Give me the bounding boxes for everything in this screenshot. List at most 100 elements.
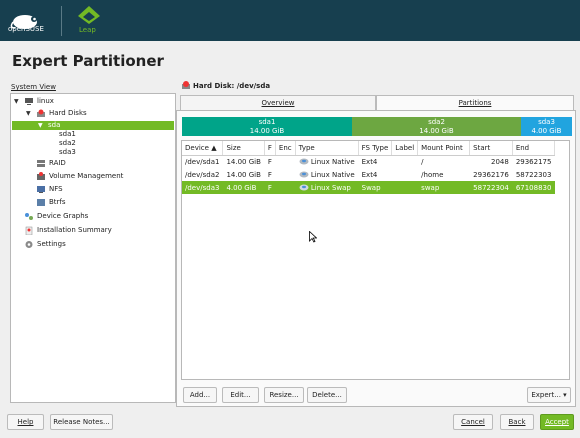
tree-item-volume-management[interactable]: Volume Management [36, 172, 123, 181]
tab-overview[interactable]: Overview [180, 95, 376, 111]
table-row-selected[interactable]: /dev/sda3 4.00 GiB F Linux Swap Swap swa… [182, 181, 555, 194]
tree-label: sda [48, 121, 61, 129]
summary-icon [25, 226, 33, 235]
tree-label: sda2 [59, 139, 76, 147]
cell-device: /dev/sda2 [185, 170, 220, 179]
tree-item-raid[interactable]: RAID [36, 159, 66, 168]
delete-button[interactable]: Delete... [307, 387, 347, 403]
tree-item-linux[interactable]: linux [24, 97, 54, 106]
cell-mount-point: swap [417, 181, 470, 194]
top-banner: openSUSE Leap [0, 0, 580, 41]
tab-label: Overview [261, 99, 295, 107]
header-divider [61, 6, 62, 36]
help-button[interactable]: Help [7, 414, 44, 430]
column-header-size[interactable]: Size [222, 141, 265, 156]
disk-type-icon [299, 158, 309, 165]
tree-item-settings[interactable]: Settings [24, 240, 66, 249]
type-text: Linux Native [310, 157, 355, 166]
device-graph-icon [25, 213, 33, 220]
segment-sda3[interactable]: sda3 4.00 GiB [521, 117, 572, 136]
expert-dropdown-button[interactable]: Expert... ▾ [527, 387, 571, 403]
tree-item-sda3[interactable]: sda3 [59, 148, 76, 157]
segment-name: sda1 [258, 118, 276, 126]
column-header-mount-point[interactable]: Mount Point [417, 141, 471, 156]
tree-item-sda1[interactable]: sda1 [59, 130, 76, 139]
tree-selection-highlight [12, 121, 174, 130]
cell-size: 4.00 GiB [222, 181, 265, 194]
accept-button[interactable]: Accept [540, 414, 574, 430]
tab-label: Partitions [458, 99, 492, 107]
cell-f: F [267, 157, 272, 166]
column-header-start[interactable]: Start [469, 141, 513, 156]
segment-sda2[interactable]: sda2 14.00 GiB [352, 117, 521, 136]
table-header-row: Device ▲ Size F Enc Type FS Type Label M… [182, 141, 556, 156]
edit-button[interactable]: Edit... [222, 387, 259, 403]
tree-label: linux [37, 97, 54, 105]
tree-item-hard-disks[interactable]: Hard Disks [36, 109, 87, 118]
tree-item-btrfs[interactable]: Btrfs [36, 198, 66, 207]
resize-button[interactable]: Resize... [264, 387, 304, 403]
disk-type-icon [299, 171, 309, 178]
segment-name: sda3 [538, 118, 555, 126]
tree-item-sda2[interactable]: sda2 [59, 139, 76, 148]
tree-item-device-graphs[interactable]: Device Graphs [24, 212, 88, 221]
leap-logo-icon [78, 6, 100, 24]
column-header-enc[interactable]: Enc [275, 141, 296, 156]
column-header-end[interactable]: End [512, 141, 556, 156]
raid-icon [37, 160, 45, 167]
cell-start: 2048 [490, 157, 509, 166]
cell-enc [275, 155, 295, 168]
add-button[interactable]: Add... [183, 387, 217, 403]
expand-arrow-icon[interactable]: ▼ [26, 110, 31, 117]
column-header-type[interactable]: Type [295, 141, 359, 156]
button-label: Expert... [531, 391, 561, 399]
back-button[interactable]: Back [500, 414, 534, 430]
volume-icon [37, 172, 45, 180]
segment-name: sda2 [428, 118, 445, 126]
table-row[interactable]: /dev/sda1 14.00 GiB F Linux Native Ext4 … [182, 155, 555, 168]
type-text: Linux Swap [310, 183, 351, 192]
tree-item-installation-summary[interactable]: Installation Summary [24, 226, 112, 235]
product-text: Leap [79, 26, 96, 34]
cell-enc [275, 168, 295, 181]
btrfs-icon [37, 199, 45, 206]
tree-label: RAID [49, 159, 66, 167]
disk-type-icon [299, 184, 309, 191]
tree-item-nfs[interactable]: NFS [36, 185, 63, 194]
system-view-label-text: System View [11, 83, 56, 91]
table-row[interactable]: /dev/sda2 14.00 GiB F Linux Native Ext4 … [182, 168, 555, 181]
system-view-tree[interactable]: ▼ linux ▼ Hard Disks ▼ sda sda1 sda2 sda… [10, 93, 176, 403]
column-header-fs-type[interactable]: FS Type [358, 141, 393, 156]
cell-fs-type: Ext4 [361, 157, 378, 166]
disk-title: Hard Disk: /dev/sda [193, 82, 271, 90]
cell-f: F [264, 181, 276, 194]
segment-sda1[interactable]: sda1 14.00 GiB [182, 117, 352, 136]
cancel-button[interactable]: Cancel [453, 414, 493, 430]
mouse-pointer-icon [309, 231, 317, 243]
cell-end: 67108830 [512, 181, 555, 194]
button-label: Edit... [230, 391, 251, 399]
cell-mount-point: / [421, 157, 424, 166]
cell-label [392, 155, 418, 168]
cell-f: F [267, 170, 272, 179]
cell-label [391, 181, 418, 194]
cell-fs-type: Ext4 [361, 170, 378, 179]
tree-item-sda[interactable]: sda [48, 121, 60, 130]
tree-label: Installation Summary [37, 226, 112, 234]
button-label: Delete... [312, 391, 342, 399]
cell-type: Linux Swap [295, 181, 359, 194]
cell-device: /dev/sda3 [182, 181, 223, 194]
column-header-f[interactable]: F [264, 141, 276, 156]
cell-end: 58722303 [515, 170, 552, 179]
button-label: Accept [545, 418, 569, 426]
column-header-label[interactable]: Label [391, 141, 419, 156]
release-notes-button[interactable]: Release Notes... [50, 414, 113, 430]
expand-arrow-icon[interactable]: ▼ [38, 122, 43, 129]
tab-partitions[interactable]: Partitions [376, 95, 574, 111]
cell-mount-point: /home [421, 170, 444, 179]
column-header-device[interactable]: Device ▲ [182, 141, 224, 156]
tree-label: NFS [49, 185, 63, 193]
button-label: Release Notes... [53, 418, 110, 426]
expand-arrow-icon[interactable]: ▼ [14, 98, 19, 105]
computer-icon [25, 98, 33, 105]
